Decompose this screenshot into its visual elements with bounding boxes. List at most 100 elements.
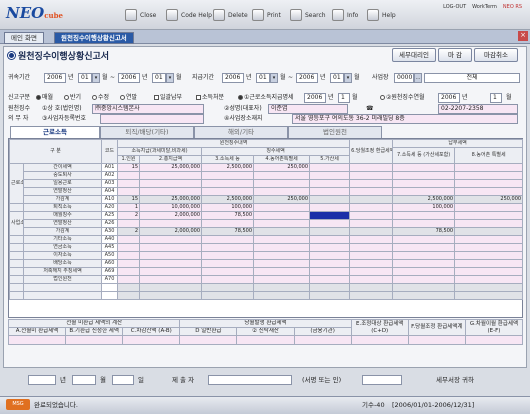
subtab-retire[interactable]: 퇴직/배당(기타) bbox=[100, 126, 194, 138]
refund-cell[interactable] bbox=[122, 335, 181, 345]
cell-adjust[interactable] bbox=[349, 235, 394, 244]
cell-pay-rural[interactable] bbox=[454, 251, 524, 260]
cell-amount[interactable] bbox=[139, 171, 203, 180]
cell-pay-rural[interactable] bbox=[454, 203, 524, 212]
print-toolbar-button[interactable]: Print bbox=[252, 9, 281, 21]
cell-amount[interactable]: 25,000,000 bbox=[139, 195, 203, 204]
cell-additional-tax[interactable] bbox=[309, 187, 351, 196]
cell-pay-tax[interactable] bbox=[392, 211, 456, 220]
cell-adjust[interactable] bbox=[349, 227, 394, 236]
cell-additional-tax[interactable] bbox=[309, 171, 351, 180]
cell-amount[interactable] bbox=[139, 187, 203, 196]
cell-amount[interactable] bbox=[139, 259, 203, 268]
cell-persons[interactable]: 15 bbox=[117, 195, 141, 204]
cell-adjust[interactable] bbox=[349, 203, 394, 212]
attr-from-year[interactable]: 2006 bbox=[44, 73, 66, 83]
cell-pay-rural[interactable] bbox=[454, 267, 524, 276]
cell-tax[interactable] bbox=[201, 219, 255, 228]
cell-rural-tax[interactable] bbox=[253, 179, 311, 188]
cell-pay-tax[interactable] bbox=[392, 291, 456, 300]
cell-rural-tax[interactable] bbox=[253, 243, 311, 252]
cell-pay-tax[interactable] bbox=[392, 251, 456, 260]
cell-amount[interactable]: 10,000,000 bbox=[139, 203, 203, 212]
cell-additional-tax[interactable] bbox=[309, 211, 351, 220]
cell-rural-tax[interactable] bbox=[253, 171, 311, 180]
cell-rural-tax[interactable] bbox=[253, 203, 311, 212]
cell-pay-rural[interactable] bbox=[454, 283, 524, 292]
cell-pay-tax[interactable] bbox=[392, 171, 456, 180]
pay-from-month-dropdown-icon[interactable]: ▾ bbox=[270, 73, 278, 83]
cell-persons[interactable]: 1 bbox=[117, 203, 141, 212]
transfer-radio[interactable]: ①근로소득지급명세 bbox=[238, 92, 294, 103]
cell-pay-tax[interactable] bbox=[392, 243, 456, 252]
cell-adjust[interactable] bbox=[349, 171, 394, 180]
cell-adjust[interactable] bbox=[349, 179, 394, 188]
cell-rural-tax[interactable] bbox=[253, 275, 311, 284]
cell-additional-tax[interactable] bbox=[309, 251, 351, 260]
subtab-corp[interactable]: 법인원천 bbox=[288, 126, 382, 138]
pay-to-month[interactable]: 01 bbox=[330, 73, 344, 83]
cell-tax[interactable]: 78,500 bbox=[201, 227, 255, 236]
report-opt-yearend[interactable]: 연말 bbox=[120, 92, 137, 103]
refund-cell[interactable] bbox=[293, 335, 352, 345]
tab-withholding-report[interactable]: 원천징수이행상황신고서 bbox=[54, 32, 134, 44]
paid-radio[interactable]: ②원천징수연월 bbox=[380, 92, 425, 103]
paid-month[interactable]: 1 bbox=[490, 93, 502, 103]
refund-cell[interactable] bbox=[464, 335, 524, 345]
cell-pay-rural[interactable] bbox=[454, 179, 524, 188]
refund-cell[interactable] bbox=[179, 335, 238, 345]
cell-persons[interactable] bbox=[117, 187, 141, 196]
cell-pay-tax[interactable] bbox=[392, 179, 456, 188]
cell-pay-tax[interactable]: 100,000 bbox=[392, 203, 456, 212]
refund-cell[interactable] bbox=[7, 335, 67, 345]
cell-additional-tax[interactable] bbox=[309, 267, 351, 276]
cell-pay-rural[interactable] bbox=[454, 235, 524, 244]
cell-pay-tax[interactable] bbox=[392, 275, 456, 284]
attr-from-month[interactable]: 01 bbox=[78, 73, 92, 83]
transfer-year[interactable]: 2006 bbox=[304, 93, 326, 103]
site-code-input[interactable]: 0000 bbox=[394, 73, 414, 83]
cell-amount[interactable]: 2,000,000 bbox=[139, 211, 203, 220]
submitter-field[interactable] bbox=[208, 375, 292, 385]
cell-persons[interactable] bbox=[117, 171, 141, 180]
cell-persons[interactable]: 2 bbox=[117, 211, 141, 220]
cell-additional-tax[interactable] bbox=[309, 291, 351, 300]
cell-persons[interactable] bbox=[117, 275, 141, 284]
cell-additional-tax[interactable] bbox=[309, 283, 351, 292]
cell-adjust[interactable] bbox=[349, 283, 394, 292]
cell-tax[interactable] bbox=[201, 179, 255, 188]
cell-persons[interactable] bbox=[117, 283, 141, 292]
cell-tax[interactable]: 78,500 bbox=[201, 211, 255, 220]
submit-year[interactable] bbox=[28, 375, 56, 385]
subtab-labor[interactable]: 근로소득 bbox=[10, 126, 100, 138]
cell-persons[interactable] bbox=[117, 259, 141, 268]
cell-pay-rural[interactable] bbox=[454, 163, 524, 172]
cell-tax[interactable] bbox=[201, 235, 255, 244]
cancel-close-button[interactable]: 마감취소 bbox=[474, 48, 518, 62]
cell-rural-tax[interactable] bbox=[253, 283, 311, 292]
cell-adjust[interactable] bbox=[349, 195, 394, 204]
cell-amount[interactable] bbox=[139, 179, 203, 188]
cell-pay-rural[interactable] bbox=[454, 291, 524, 300]
workterm-link[interactable]: WorkTerm bbox=[472, 4, 497, 10]
search-toolbar-button[interactable]: Search bbox=[290, 9, 326, 21]
cell-tax[interactable] bbox=[201, 267, 255, 276]
cell-amount[interactable]: 25,000,000 bbox=[139, 163, 203, 172]
cell-persons[interactable] bbox=[117, 219, 141, 228]
batch-pay-checkbox[interactable]: 일괄납부 bbox=[154, 92, 182, 103]
cell-amount[interactable] bbox=[139, 251, 203, 260]
cell-pay-tax[interactable] bbox=[392, 267, 456, 276]
paid-year[interactable]: 2006 bbox=[438, 93, 460, 103]
cell-amount[interactable]: 2,000,000 bbox=[139, 227, 203, 236]
cell-adjust[interactable] bbox=[349, 187, 394, 196]
cell-additional-tax[interactable] bbox=[309, 227, 351, 236]
cell-tax[interactable] bbox=[201, 251, 255, 260]
site-search-icon[interactable]: … bbox=[414, 73, 422, 83]
close-month-button[interactable]: 마 감 bbox=[438, 48, 472, 62]
neo-rs-link[interactable]: NEO RS bbox=[503, 4, 522, 10]
cell-persons[interactable]: 15 bbox=[117, 163, 141, 172]
info-toolbar-button[interactable]: Info bbox=[332, 9, 358, 21]
cell-additional-tax[interactable] bbox=[309, 163, 351, 172]
cell-adjust[interactable] bbox=[349, 251, 394, 260]
unit-checkbox[interactable]: 소득처분 bbox=[196, 92, 224, 103]
